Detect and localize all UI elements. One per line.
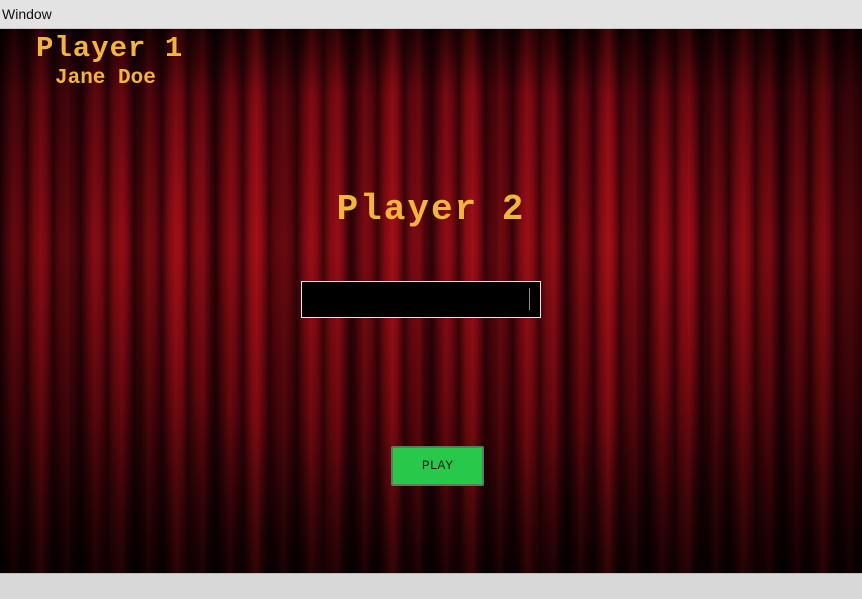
- window-title: Window: [2, 6, 52, 22]
- player-2-name-input[interactable]: [301, 281, 541, 318]
- player-1-name: Jane Doe: [55, 67, 156, 90]
- title-bar: Window: [0, 0, 862, 29]
- curtain-stage: Player 1 Jane Doe Player 2 PLAY: [0, 29, 862, 573]
- app-window: Window Player 1 Jane Doe Player 2 PLAY: [0, 0, 862, 599]
- bottom-bar: [0, 573, 862, 599]
- play-button[interactable]: PLAY: [391, 446, 484, 486]
- player-1-heading: Player 1: [36, 32, 184, 65]
- player-2-heading: Player 2: [336, 189, 526, 230]
- text-caret: [529, 288, 530, 310]
